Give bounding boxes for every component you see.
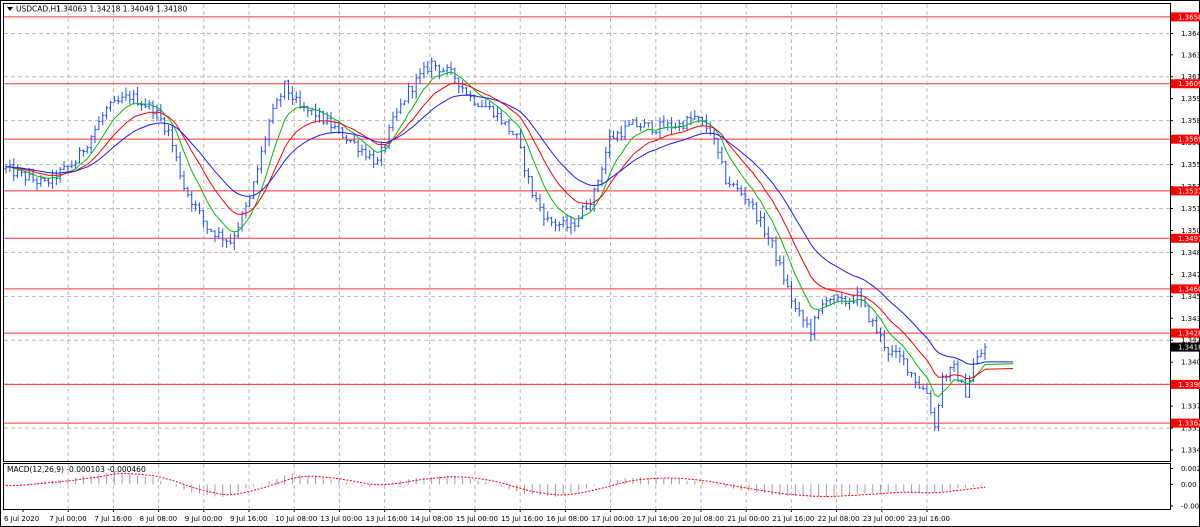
x-tick-label: 10 Jul 08:00 [275,515,317,523]
y-tick-label: 1.34710 [1181,271,1200,279]
chart-header: USDCAD,H1 1.34063 1.34218 1.34049 1.3418… [7,5,187,14]
x-tick-label: 9 Jul 00:00 [185,515,223,523]
x-tick-label: 23 Jul 16:00 [908,515,950,523]
level-price-label: 1.33908 [1178,381,1200,389]
chart-window: 1.364651.363101.361501.359901.358301.356… [0,0,1200,527]
y-tick-label: 1.35510 [1181,161,1200,169]
x-tick-label: 6 Jul 2020 [4,515,39,523]
level-price-label: 1.33626 [1178,420,1200,428]
level-price-label: 1.35695 [1178,136,1200,144]
x-tick-label: 7 Jul 00:00 [49,515,87,523]
macd-y-tick-label: -0.00306 [1181,502,1200,510]
x-tick-label: 16 Jul 08:00 [546,515,588,523]
macd-y-tick-label: 0.00 [1181,481,1197,489]
level-price-label: 1.36586 [1178,13,1200,21]
x-tick-label: 23 Jul 00:00 [863,515,905,523]
level-price-label: 1.36099 [1178,80,1200,88]
y-tick-label: 1.33750 [1181,403,1200,411]
y-tick-label: 1.35030 [1181,227,1200,235]
y-tick-label: 1.33430 [1181,447,1200,455]
y-tick-label: 1.35990 [1181,95,1200,103]
macd-caption: MACD(12,26,9) -0.000103 -0.000460 [7,465,146,474]
x-tick-label: 15 Jul 16:00 [501,515,543,523]
y-tick-label: 1.34870 [1181,249,1200,257]
x-tick-label: 13 Jul 00:00 [320,515,362,523]
y-tick-label: 1.34070 [1181,359,1200,367]
x-tick-label: 20 Jul 08:00 [682,515,724,523]
level-price-label: 1.34973 [1178,235,1200,243]
y-tick-label: 1.34390 [1181,315,1200,323]
y-tick-label: 1.34550 [1181,293,1200,301]
x-tick-label: 21 Jul 00:00 [727,515,769,523]
level-price-label: 1.35318 [1178,187,1200,195]
ohlc-caption: 1.34063 1.34218 1.34049 1.34180 [56,5,187,14]
current-price-label: 1.34180 [1178,344,1200,352]
x-tick-label: 21 Jul 16:00 [772,515,814,523]
x-tick-label: 17 Jul 16:00 [637,515,679,523]
x-tick-label: 22 Jul 08:00 [818,515,860,523]
macd-panel-frame [3,463,1171,510]
y-tick-label: 1.36465 [1181,30,1200,38]
x-tick-label: 7 Jul 16:00 [94,515,132,523]
main-chart-frame [3,3,1171,462]
x-tick-label: 8 Jul 08:00 [140,515,178,523]
macd-y-tick-label: 0.00226 [1181,465,1200,473]
y-tick-label: 1.35830 [1181,117,1200,125]
symbol-caption: USDCAD,H1 [16,5,61,14]
x-tick-label: 9 Jul 16:00 [230,515,268,523]
y-tick-label: 1.35190 [1181,205,1200,213]
y-tick-label: 1.36310 [1181,51,1200,59]
x-tick-label: 14 Jul 08:00 [411,515,453,523]
x-tick-label: 13 Jul 16:00 [366,515,408,523]
level-price-label: 1.34282 [1178,330,1200,338]
chart-canvas[interactable]: 1.364651.363101.361501.359901.358301.356… [0,0,1200,527]
x-tick-label: 17 Jul 00:00 [592,515,634,523]
level-price-label: 1.34604 [1178,285,1200,293]
x-tick-label: 15 Jul 00:00 [456,515,498,523]
